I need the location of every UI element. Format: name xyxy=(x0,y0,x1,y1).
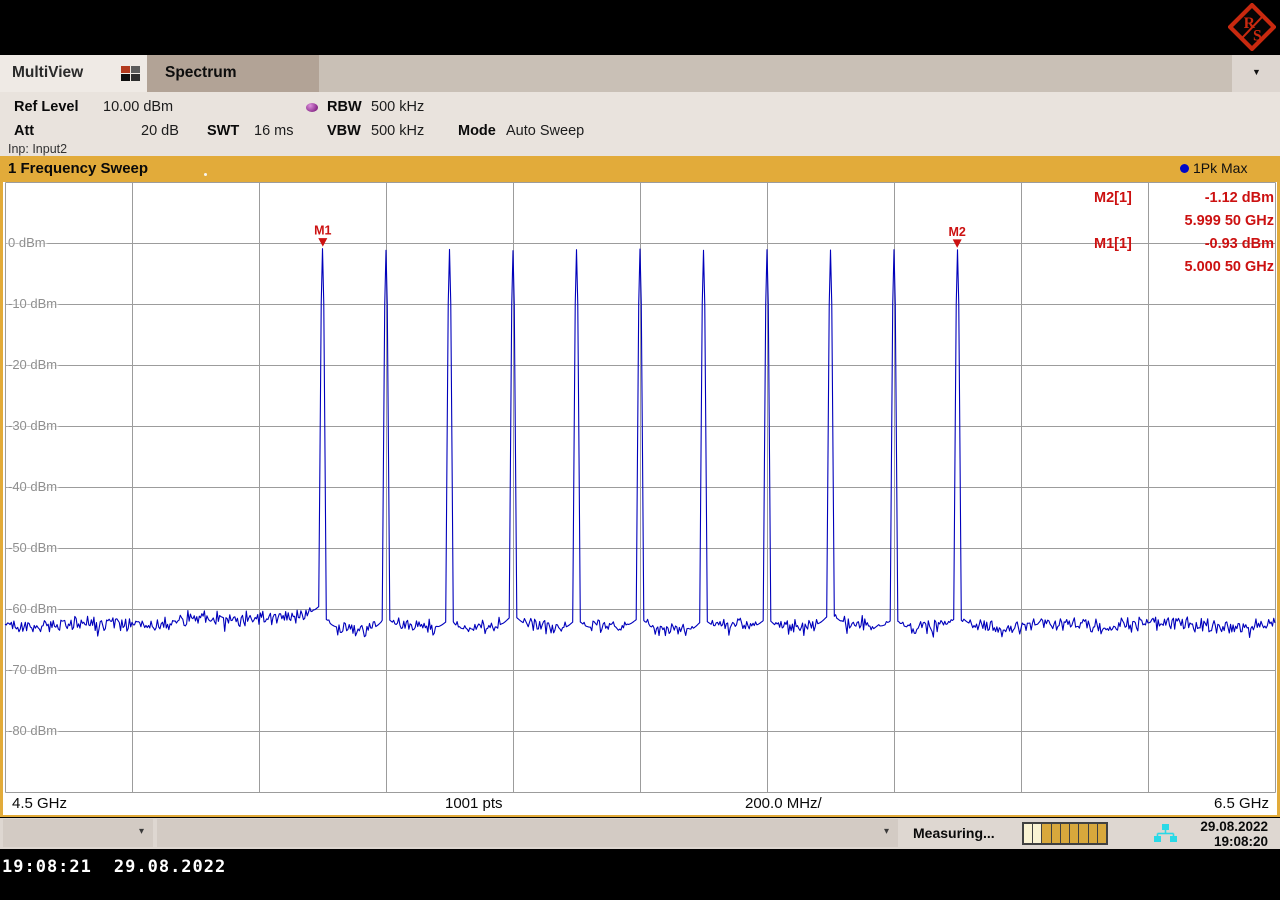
marker-m1-triangle[interactable] xyxy=(318,238,327,247)
progress-segment xyxy=(1061,824,1069,843)
input-source-label: Inp: Input2 xyxy=(8,142,67,156)
marker-m2-freq: 5.999 50 GHz xyxy=(1185,213,1274,229)
y-axis-label: -40 dBm xyxy=(8,478,57,496)
x-axis-per-division: 200.0 MHz/ xyxy=(745,795,822,812)
status-datetime: 29.08.2022 19:08:20 xyxy=(1200,819,1268,849)
tab-spectrum[interactable]: Spectrum xyxy=(147,55,319,92)
status-dropdown-left[interactable]: ▾ xyxy=(3,819,153,847)
clock-time: 19:08:21 xyxy=(2,857,92,877)
window-title: 1 Frequency Sweep xyxy=(8,160,148,177)
tab-bar: MultiView Spectrum ▼ xyxy=(0,55,1280,92)
status-bar: ▾ ▾ Measuring... 29.08.2022 19:08:20 xyxy=(0,818,1280,849)
marker-readout-panel: M2[1] -1.12 dBm 5.999 50 GHz M1[1] -0.93… xyxy=(1094,186,1274,278)
mode-label: Mode xyxy=(458,123,496,139)
y-axis-label: 0 dBm xyxy=(8,234,46,252)
progress-segment xyxy=(1052,824,1060,843)
rohde-schwarz-logo: R S xyxy=(1228,3,1276,51)
y-axis-label: -20 dBm xyxy=(8,356,57,374)
sweep-points-label: 1001 pts xyxy=(445,795,503,812)
rbw-label: RBW xyxy=(327,99,362,115)
top-bar: R S xyxy=(0,0,1280,55)
focus-dot xyxy=(204,173,207,176)
settings-panel: Ref Level 10.00 dBm Att 20 dB SWT 16 ms … xyxy=(0,92,1280,156)
ref-level-value[interactable]: 10.00 dBm xyxy=(103,99,173,115)
multiview-grid-icon xyxy=(121,66,140,82)
trace1-detector-label: 1Pk Max xyxy=(1193,160,1247,176)
progress-segment xyxy=(1033,824,1041,843)
rbw-coupled-indicator-icon xyxy=(306,103,318,112)
trace1-color-dot-icon xyxy=(1180,164,1189,173)
att-value[interactable]: 20 dB xyxy=(141,123,179,139)
measuring-status-text: Measuring... xyxy=(913,825,995,841)
network-status-icon[interactable] xyxy=(1152,824,1178,843)
marker-m1-name[interactable]: M1[1] xyxy=(1094,236,1132,252)
vbw-value[interactable]: 500 kHz xyxy=(371,123,424,139)
ref-level-label: Ref Level xyxy=(14,99,78,115)
rbw-value[interactable]: 500 kHz xyxy=(371,99,424,115)
status-time: 19:08:20 xyxy=(1200,834,1268,849)
progress-segment xyxy=(1098,824,1106,843)
y-axis-label: -50 dBm xyxy=(8,539,57,557)
progress-segment xyxy=(1024,824,1032,843)
tab-spectrum-label: Spectrum xyxy=(165,64,237,82)
y-axis-label: -10 dBm xyxy=(8,295,57,313)
marker-m1-label: M1 xyxy=(314,224,331,238)
vbw-label: VBW xyxy=(327,123,361,139)
swt-label: SWT xyxy=(207,123,239,139)
tab-overflow-dropdown[interactable]: ▼ xyxy=(1232,55,1280,92)
clock-date: 29.08.2022 xyxy=(114,857,226,877)
swt-value[interactable]: 16 ms xyxy=(254,123,294,139)
sweep-window-header[interactable]: 1 Frequency Sweep 1Pk Max xyxy=(0,156,1280,182)
spectrum-plot[interactable]: M1 M2 xyxy=(3,182,1277,794)
att-label: Att xyxy=(14,123,34,139)
chevron-down-icon: ▾ xyxy=(884,826,889,837)
y-axis-label: -80 dBm xyxy=(8,722,57,740)
tab-multiview-label: MultiView xyxy=(12,64,83,82)
marker-m2-label: M2 xyxy=(948,225,965,239)
svg-text:S: S xyxy=(1253,28,1262,45)
y-axis-label: -60 dBm xyxy=(8,600,57,618)
progress-segment xyxy=(1079,824,1087,843)
sweep-progress-bar xyxy=(1022,822,1108,845)
progress-segment xyxy=(1042,824,1050,843)
marker-m2-name[interactable]: M2[1] xyxy=(1094,190,1132,206)
mode-value[interactable]: Auto Sweep xyxy=(506,123,584,139)
marker-m1-freq: 5.000 50 GHz xyxy=(1185,259,1274,275)
progress-segment xyxy=(1089,824,1097,843)
marker-m1-level: -0.93 dBm xyxy=(1205,236,1274,252)
x-axis-strip: 4.5 GHz 1001 pts 200.0 MHz/ 6.5 GHz xyxy=(3,793,1277,815)
progress-segment xyxy=(1070,824,1078,843)
status-date: 29.08.2022 xyxy=(1200,819,1268,834)
x-axis-start-freq: 4.5 GHz xyxy=(12,795,67,812)
trace-indicator[interactable]: 1Pk Max xyxy=(1180,160,1247,176)
clock-bar: 19:08:21 29.08.2022 xyxy=(0,849,1280,900)
tab-multiview[interactable]: MultiView xyxy=(0,55,147,92)
marker-m2-level: -1.12 dBm xyxy=(1205,190,1274,206)
chevron-down-icon: ▼ xyxy=(1252,67,1261,77)
x-axis-stop-freq: 6.5 GHz xyxy=(1214,795,1269,812)
spectrum-analyzer-screen: R S MultiView Spectrum ▼ Ref Level 10.00… xyxy=(0,0,1280,900)
chevron-down-icon: ▾ xyxy=(139,826,144,837)
y-axis-label: -70 dBm xyxy=(8,661,57,679)
y-axis-label: -30 dBm xyxy=(8,417,57,435)
status-dropdown-main[interactable]: ▾ xyxy=(157,819,898,847)
